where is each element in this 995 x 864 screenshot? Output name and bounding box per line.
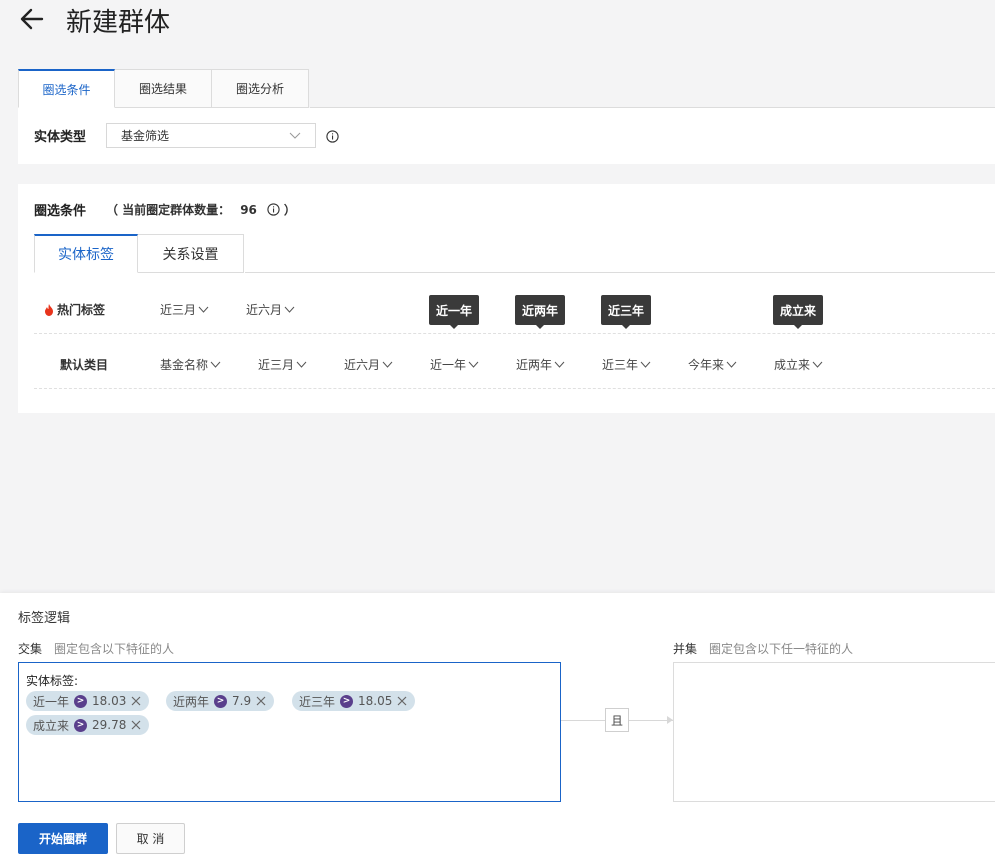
- greater-than-icon: >: [340, 694, 354, 708]
- top-tabs: 圈选条件 圈选结果 圈选分析: [18, 69, 309, 108]
- intersection-label: 交集: [18, 642, 43, 656]
- tag-chip[interactable]: 近一年 > 18.03: [26, 691, 150, 711]
- dropdown-label: 近一年: [430, 358, 467, 372]
- tag-chip[interactable]: 成立来 > 29.78: [26, 715, 150, 735]
- entity-type-value: 基金筛选: [121, 129, 170, 143]
- entity-type-panel: 实体类型 基金筛选: [18, 108, 995, 164]
- dropdown-label: 近三月: [160, 303, 197, 317]
- hot-dropdown-3m[interactable]: 近三月: [160, 301, 209, 318]
- chevron-down-icon: [640, 361, 651, 368]
- back-arrow-icon[interactable]: [18, 5, 46, 33]
- chip-name: 近两年: [173, 694, 210, 709]
- intersection-dropzone[interactable]: 实体标签: 近一年 > 18.03 近两年 > 7.9 近三年 > 18.05 …: [18, 662, 561, 802]
- page-header: 新建群体: [0, 0, 995, 48]
- tag-logic-title: 标签逻辑: [18, 611, 71, 626]
- row-divider: [34, 333, 995, 334]
- entity-tags-heading: 实体标签:: [26, 674, 79, 688]
- cancel-button[interactable]: 取 消: [116, 823, 185, 854]
- dropdown-label: 近两年: [516, 358, 553, 372]
- dropdown-1y[interactable]: 近一年: [430, 356, 479, 373]
- chip-value: 29.78: [92, 718, 127, 732]
- hot-dropdown-6m[interactable]: 近六月: [246, 301, 295, 318]
- dropdown-since-inception[interactable]: 成立来: [774, 356, 823, 373]
- dropdown-6m[interactable]: 近六月: [344, 356, 393, 373]
- tooltip-3y: 近三年: [601, 295, 651, 329]
- row-divider: [34, 388, 995, 389]
- dropdown-label: 近三年: [602, 358, 639, 372]
- dropdown-ytd[interactable]: 今年来: [688, 356, 737, 373]
- start-circle-button[interactable]: 开始圈群: [18, 823, 108, 854]
- greater-than-icon: >: [214, 694, 228, 708]
- dropdown-label: 近六月: [246, 303, 283, 317]
- dropdown-3m[interactable]: 近三月: [258, 356, 307, 373]
- chip-name: 近一年: [33, 694, 70, 709]
- group-count: （ 当前圈定群体数量： 96 ）: [106, 201, 296, 218]
- condition-tabs: 实体标签 关系设置: [34, 234, 244, 273]
- chip-value: 18.03: [92, 694, 127, 708]
- conditions-title: 圈选条件: [34, 204, 87, 219]
- chevron-down-icon: [468, 361, 479, 368]
- conditions-panel: 圈选条件 （ 当前圈定群体数量： 96 ） 实体标签 关系设置 热门标签 近三月…: [18, 184, 995, 413]
- chip-value: 7.9: [232, 694, 252, 708]
- chip-name: 近三年: [299, 694, 336, 709]
- default-category-label: 默认类目: [60, 358, 109, 372]
- greater-than-icon: >: [74, 718, 88, 732]
- tab-circle-analysis[interactable]: 圈选分析: [212, 69, 309, 108]
- dropdown-fund-name[interactable]: 基金名称: [160, 356, 221, 373]
- greater-than-icon: >: [74, 694, 88, 708]
- dropdown-3y[interactable]: 近三年: [602, 356, 651, 373]
- group-count-value: 96: [240, 202, 257, 217]
- tab-relation-settings[interactable]: 关系设置: [138, 234, 244, 273]
- close-icon[interactable]: [256, 696, 266, 706]
- chip-name: 成立来: [33, 718, 70, 733]
- dropdown-label: 近六月: [344, 358, 381, 372]
- close-icon[interactable]: [131, 720, 141, 730]
- tooltip-1y: 近一年: [429, 295, 479, 329]
- info-icon[interactable]: [326, 130, 339, 143]
- dropdown-label: 基金名称: [160, 358, 209, 372]
- tooltip-2y: 近两年: [515, 295, 565, 329]
- entity-type-select[interactable]: 基金筛选: [106, 123, 316, 148]
- hot-tags-label: 热门标签: [44, 301, 105, 318]
- and-operator-node[interactable]: 且: [605, 708, 629, 732]
- dropdown-2y[interactable]: 近两年: [516, 356, 565, 373]
- close-icon[interactable]: [131, 696, 141, 706]
- info-icon[interactable]: [267, 203, 280, 216]
- group-count-prefix: （ 当前圈定群体数量：: [106, 203, 231, 217]
- intersection-hint: 圈定包含以下特征的人: [54, 642, 175, 656]
- entity-type-label: 实体类型: [34, 130, 87, 145]
- union-dropzone[interactable]: [673, 662, 995, 802]
- chip-value: 18.05: [358, 694, 393, 708]
- tab-entity-tags[interactable]: 实体标签: [34, 234, 138, 273]
- chevron-down-icon: [726, 361, 737, 368]
- close-icon[interactable]: [397, 696, 407, 706]
- hot-tags-text: 热门标签: [57, 303, 106, 317]
- union-label: 并集: [673, 642, 698, 656]
- sub-tabs-divider: [245, 272, 995, 273]
- tab-circle-conditions[interactable]: 圈选条件: [18, 69, 115, 108]
- flame-icon: [45, 303, 53, 316]
- page-title: 新建群体: [66, 8, 171, 38]
- tag-chip[interactable]: 近两年 > 7.9: [166, 691, 275, 711]
- group-count-suffix: ）: [283, 203, 296, 217]
- chevron-down-icon: [210, 361, 221, 368]
- dropdown-label: 成立来: [774, 358, 811, 372]
- dropdown-label: 近三月: [258, 358, 295, 372]
- tooltip-since-inception: 成立来: [773, 295, 823, 329]
- chevron-down-icon: [198, 306, 209, 313]
- tab-circle-results[interactable]: 圈选结果: [115, 69, 212, 108]
- dropdown-label: 今年来: [688, 358, 725, 372]
- chevron-down-icon: [289, 132, 301, 139]
- chevron-down-icon: [554, 361, 565, 368]
- tag-logic-panel: 标签逻辑 交集 圈定包含以下特征的人 并集 圈定包含以下任一特征的人 实体标签:…: [0, 593, 995, 864]
- chevron-down-icon: [382, 361, 393, 368]
- chevron-down-icon: [812, 361, 823, 368]
- chevron-down-icon: [284, 306, 295, 313]
- union-hint: 圈定包含以下任一特征的人: [709, 642, 854, 656]
- chevron-down-icon: [296, 361, 307, 368]
- tag-chip[interactable]: 近三年 > 18.05: [292, 691, 416, 711]
